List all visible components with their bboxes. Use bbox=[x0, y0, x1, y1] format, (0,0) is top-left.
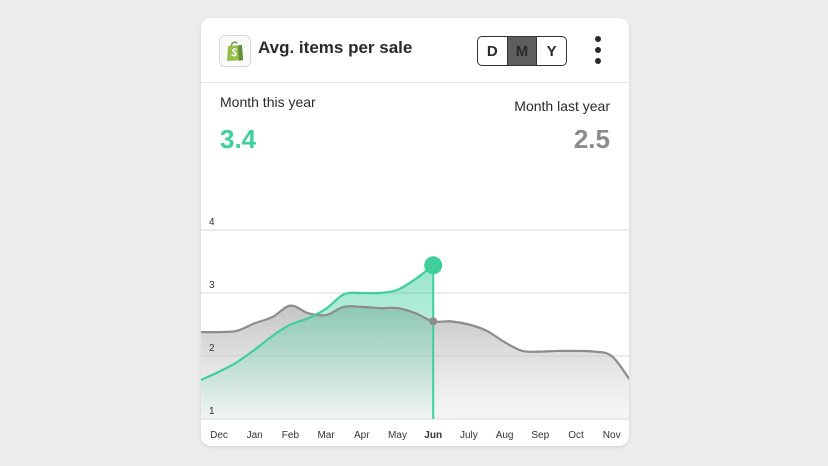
x-tick-label: Dec bbox=[210, 430, 228, 441]
x-tick-label: Aug bbox=[496, 430, 514, 441]
x-tick-label: Apr bbox=[354, 430, 370, 441]
x-tick-label: Sep bbox=[531, 430, 549, 441]
x-tick-label: Feb bbox=[282, 430, 300, 441]
x-tick-label: Jun bbox=[424, 430, 442, 441]
last-year-point bbox=[429, 317, 438, 326]
this-year-point bbox=[424, 256, 443, 275]
y-tick-label: 3 bbox=[209, 280, 215, 291]
x-tick-label: July bbox=[460, 430, 478, 441]
x-tick-label: Oct bbox=[568, 430, 584, 441]
x-tick-label: Jan bbox=[247, 430, 263, 441]
area-chart: 1 2 3 4 Dec Jan Feb Mar Apr May Jun July Aug Sep Oct No… bbox=[201, 217, 629, 441]
x-tick-label: May bbox=[388, 430, 407, 441]
x-tick-label: Mar bbox=[317, 430, 335, 441]
y-tick-label: 4 bbox=[209, 217, 215, 228]
y-tick-label: 2 bbox=[209, 343, 215, 354]
y-tick-label: 1 bbox=[209, 406, 215, 417]
x-tick-label: Nov bbox=[603, 430, 621, 441]
avg-items-card: Avg. items per sale D M Y Month this yea… bbox=[201, 18, 629, 446]
